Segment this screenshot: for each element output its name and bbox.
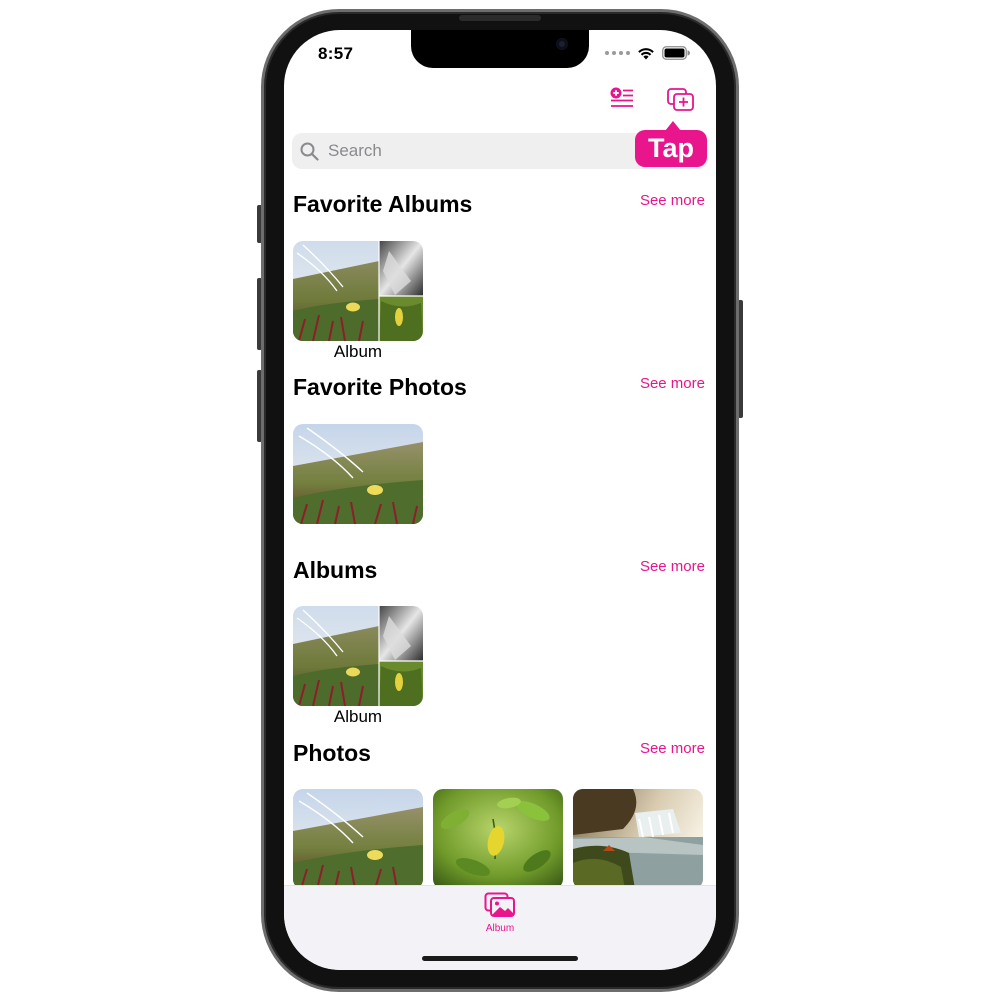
home-indicator[interactable] [422,956,578,961]
tap-hint-callout: Tap [635,121,707,167]
status-icons [605,46,690,60]
add-to-list-icon[interactable] [610,87,634,109]
search-icon [300,142,319,161]
section-title-albums: Albums [293,557,378,583]
see-more-albums[interactable]: See more [640,558,705,575]
photo-album-icon [484,892,515,917]
album-thumbnail[interactable] [293,606,423,706]
cellular-signal-icon [605,51,630,55]
album-label: Album [333,342,383,361]
speaker-grille [459,15,541,21]
notch [411,30,589,68]
see-more-favorite-photos[interactable]: See more [640,375,705,392]
see-more-photos[interactable]: See more [640,740,705,757]
new-album-icon[interactable] [667,88,695,112]
status-time: 8:57 [318,44,354,63]
photo-thumbnail[interactable] [293,789,423,889]
search-input[interactable] [328,133,628,169]
tab-album-label: Album [485,923,515,934]
album-thumbnail[interactable] [293,241,423,341]
section-title-photos: Photos [293,740,371,766]
front-camera [556,38,568,50]
wifi-icon [638,47,654,59]
photo-thumbnail[interactable] [433,789,563,889]
tab-album[interactable]: Album [470,892,530,934]
album-label: Album [333,707,383,726]
photo-thumbnail[interactable] [293,424,423,524]
see-more-favorite-albums[interactable]: See more [640,192,705,209]
section-title-favorite-photos: Favorite Photos [293,374,467,400]
phone-screen: 8:57 Tap Favorite Albums See mor [284,30,716,970]
photo-thumbnail[interactable] [573,789,703,889]
section-title-favorite-albums: Favorite Albums [293,191,473,217]
battery-icon [662,46,690,60]
